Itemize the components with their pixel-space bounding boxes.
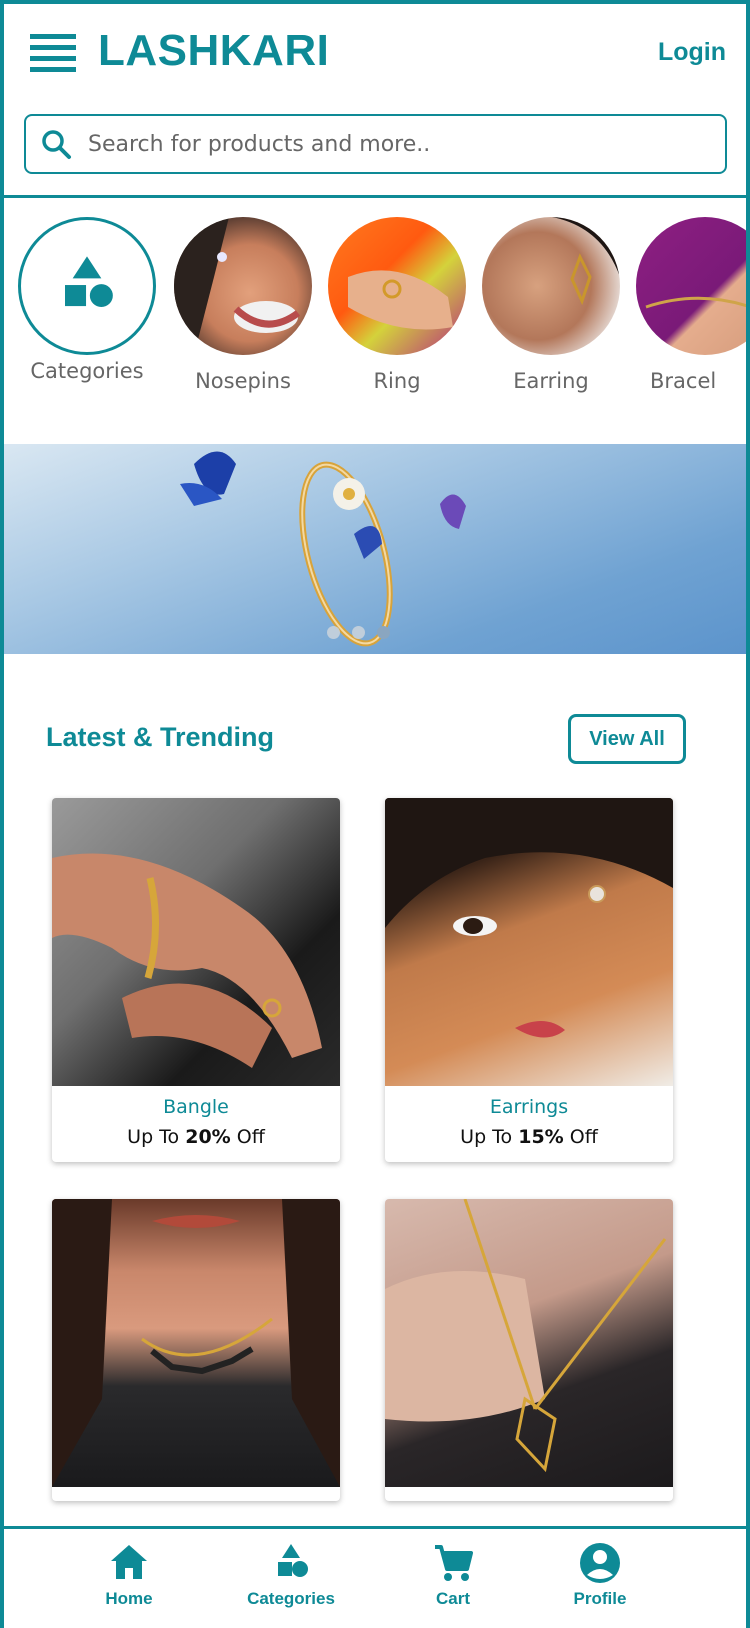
carousel-dot[interactable]	[327, 626, 340, 639]
nav-categories[interactable]: Categories	[231, 1541, 351, 1609]
shapes-icon	[65, 256, 113, 308]
nav-cart[interactable]: Cart	[393, 1541, 513, 1609]
section-title: Latest & Trending	[46, 722, 275, 752]
category-nosepins[interactable]: Nosepins	[168, 217, 318, 393]
category-earring[interactable]: Earring	[476, 217, 626, 393]
nav-label: Profile	[573, 1589, 627, 1608]
product-offer: Up To 15% Off	[460, 1126, 598, 1148]
category-label: Earring	[513, 369, 589, 393]
profile-icon	[580, 1543, 620, 1583]
nav-label: Categories	[247, 1589, 335, 1608]
category-ring[interactable]: Ring	[322, 217, 472, 393]
app-frame: LASHKARI Login Categories	[0, 0, 750, 1628]
category-label: Categories	[30, 359, 144, 383]
brand-logo: LASHKARI	[98, 26, 330, 75]
category-circle	[18, 217, 156, 355]
category-image-bracelet	[636, 217, 746, 355]
nav-home[interactable]: Home	[69, 1541, 189, 1609]
search-bar[interactable]	[24, 114, 727, 174]
view-all-button[interactable]: View All	[568, 714, 686, 764]
home-icon	[111, 1545, 147, 1579]
shapes-icon	[278, 1544, 308, 1577]
cart-icon	[435, 1545, 473, 1581]
product-card-earrings[interactable]: Earrings Up To 15% Off	[385, 798, 673, 1162]
hamburger-menu-icon[interactable]	[30, 34, 76, 72]
login-link[interactable]: Login	[658, 38, 726, 67]
nav-label: Cart	[435, 1589, 470, 1608]
category-image-nosepins	[174, 217, 312, 355]
search-input[interactable]	[88, 131, 688, 157]
category-image-ring	[328, 217, 466, 355]
product-card-pendant[interactable]	[385, 1199, 673, 1501]
product-offer: Up To 20% Off	[127, 1126, 265, 1148]
carousel-indicator	[327, 626, 390, 639]
carousel-dot[interactable]	[352, 626, 365, 639]
product-image	[52, 798, 340, 1086]
product-name: Bangle	[163, 1096, 229, 1118]
nav-label: Home	[105, 1589, 153, 1608]
carousel-dot-active[interactable]	[377, 626, 390, 639]
category-all[interactable]: Categories	[12, 217, 162, 383]
category-label: Ring	[373, 369, 421, 393]
promo-banner-carousel[interactable]	[4, 444, 746, 654]
product-card-necklace[interactable]	[52, 1199, 340, 1501]
category-label: Nosepins	[195, 369, 291, 393]
category-label: Bracel	[650, 369, 717, 393]
banner-bangle-image	[180, 451, 466, 647]
product-card-bangle[interactable]: Bangle Up To 20% Off	[52, 798, 340, 1162]
category-strip: Categories Nosepins Ring Earring Bracel	[4, 209, 746, 399]
bottom-nav: Home Categories Cart Profile	[0, 1526, 750, 1628]
product-image	[385, 798, 673, 1086]
nav-profile[interactable]: Profile	[540, 1541, 660, 1609]
search-icon	[42, 130, 71, 159]
product-image	[52, 1199, 340, 1487]
product-image	[385, 1199, 673, 1487]
category-bracelet[interactable]: Bracel	[630, 217, 746, 393]
product-name: Earrings	[489, 1096, 569, 1118]
header: LASHKARI Login	[4, 4, 746, 198]
category-image-earring	[482, 217, 620, 355]
